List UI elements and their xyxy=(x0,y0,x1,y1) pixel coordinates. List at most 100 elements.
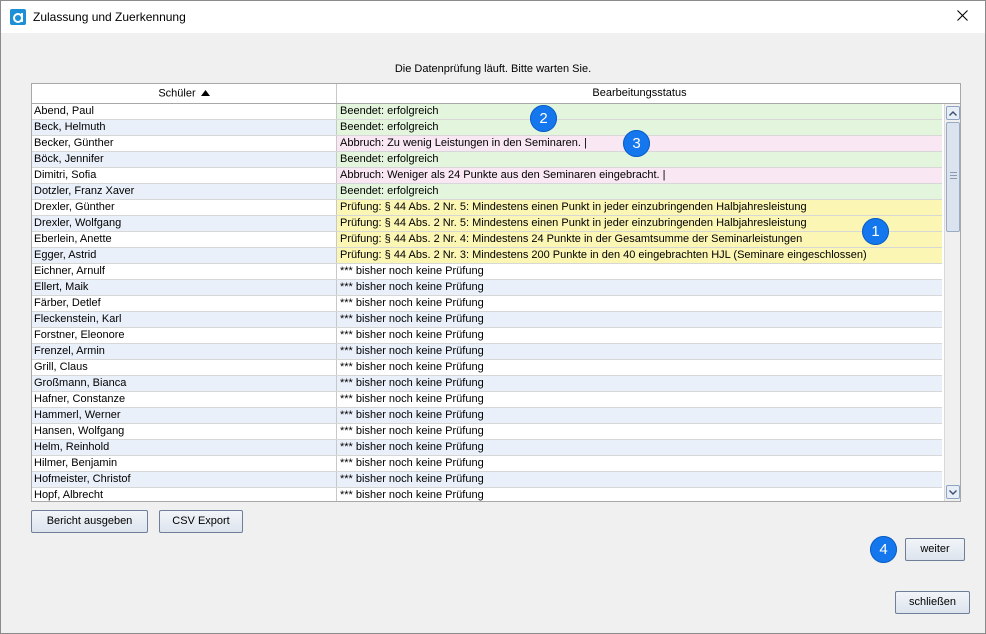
sort-ascending-icon xyxy=(200,84,210,103)
student-name-cell: Böck, Jennifer xyxy=(32,152,337,167)
csv-export-button[interactable]: CSV Export xyxy=(159,510,243,533)
table-row[interactable]: Beck, Helmuth Beendet: erfolgreich xyxy=(32,120,942,136)
student-name-cell: Drexler, Günther xyxy=(32,200,337,215)
status-cell: Abbruch: Weniger als 24 Punkte aus den S… xyxy=(337,168,942,183)
student-name-cell: Fleckenstein, Karl xyxy=(32,312,337,327)
student-name-cell: Dimitri, Sofia xyxy=(32,168,337,183)
student-name-cell: Drexler, Wolfgang xyxy=(32,216,337,231)
student-name-cell: Ellert, Maik xyxy=(32,280,337,295)
grip-line xyxy=(950,175,957,176)
next-button[interactable]: weiter xyxy=(905,538,965,561)
status-cell: Prüfung: § 44 Abs. 2 Nr. 5: Mindestens e… xyxy=(337,200,942,215)
vertical-scrollbar[interactable] xyxy=(944,104,960,501)
student-name-cell: Abend, Paul xyxy=(32,104,337,119)
table-row[interactable]: Hammerl, Werner *** bisher noch keine Prü… xyxy=(32,408,942,424)
table-row[interactable]: Frenzel, Armin *** bisher noch keine Prüf… xyxy=(32,344,942,360)
status-cell: *** bisher noch keine Prüfung xyxy=(337,312,942,327)
table-row[interactable]: Egger, Astrid Prüfung: § 44 Abs. 2 Nr. 3:… xyxy=(32,248,942,264)
table-row[interactable]: Hilmer, Benjamin *** bisher noch keine Pr… xyxy=(32,456,942,472)
table-row[interactable]: Helm, Reinhold *** bisher noch keine Prüf… xyxy=(32,440,942,456)
status-cell: Prüfung: § 44 Abs. 2 Nr. 5: Mindestens e… xyxy=(337,216,942,231)
table-row[interactable]: Hafner, Constanze *** bisher noch keine P… xyxy=(32,392,942,408)
column-header-status[interactable]: Bearbeitungsstatus xyxy=(337,84,942,103)
student-name-cell: Hafner, Constanze xyxy=(32,392,337,407)
student-name-cell: Grill, Claus xyxy=(32,360,337,375)
close-window-button[interactable] xyxy=(939,1,985,32)
dialog-window: Zulassung und Zuerkennung Die Datenprüfu… xyxy=(0,0,986,634)
student-name-cell: Eberlein, Anette xyxy=(32,232,337,247)
title-bar: Zulassung und Zuerkennung xyxy=(1,1,985,33)
table-row[interactable]: Drexler, Wolfgang Prüfung: § 44 Abs. 2 Nr… xyxy=(32,216,942,232)
table-row[interactable]: Ellert, Maik *** bisher noch keine Prüfun… xyxy=(32,280,942,296)
column-header-student[interactable]: Schüler xyxy=(32,84,337,103)
callout-marker-4: 4 xyxy=(870,536,897,563)
status-cell: *** bisher noch keine Prüfung xyxy=(337,456,942,471)
status-cell: *** bisher noch keine Prüfung xyxy=(337,360,942,375)
status-cell: *** bisher noch keine Prüfung xyxy=(337,488,942,501)
close-icon xyxy=(956,9,968,24)
table-row[interactable]: Grill, Claus *** bisher noch keine Prüfun… xyxy=(32,360,942,376)
status-cell: *** bisher noch keine Prüfung xyxy=(337,344,942,359)
table-row[interactable]: Forstner, Eleonore *** bisher noch keine … xyxy=(32,328,942,344)
scroll-up-button[interactable] xyxy=(946,106,960,120)
app-logo-icon xyxy=(10,9,26,25)
table-row[interactable]: Hofmeister, Christof *** bisher noch kein… xyxy=(32,472,942,488)
status-cell: *** bisher noch keine Prüfung xyxy=(337,280,942,295)
status-cell: *** bisher noch keine Prüfung xyxy=(337,392,942,407)
student-name-cell: Eichner, Arnulf xyxy=(32,264,337,279)
table-row[interactable]: Färber, Detlef *** bisher noch keine Prüf… xyxy=(32,296,942,312)
status-cell: Beendet: erfolgreich xyxy=(337,184,942,199)
window-title: Zulassung und Zuerkennung xyxy=(33,10,186,24)
student-name-cell: Dotzler, Franz Xaver xyxy=(32,184,337,199)
report-button[interactable]: Bericht ausgeben xyxy=(31,510,148,533)
status-cell: *** bisher noch keine Prüfung xyxy=(337,440,942,455)
scroll-down-button[interactable] xyxy=(946,485,960,499)
scrollbar-thumb[interactable] xyxy=(946,122,960,232)
status-cell: *** bisher noch keine Prüfung xyxy=(337,328,942,343)
student-name-cell: Beck, Helmuth xyxy=(32,120,337,135)
table-row[interactable]: Fleckenstein, Karl *** bisher noch keine … xyxy=(32,312,942,328)
table-row[interactable]: Großmann, Bianca *** bisher noch keine Pr… xyxy=(32,376,942,392)
student-name-cell: Hammerl, Werner xyxy=(32,408,337,423)
callout-marker-3: 3 xyxy=(623,130,650,157)
table-row[interactable]: Eichner, Arnulf *** bisher noch keine Prü… xyxy=(32,264,942,280)
status-cell: *** bisher noch keine Prüfung xyxy=(337,376,942,391)
status-cell: *** bisher noch keine Prüfung xyxy=(337,296,942,311)
student-name-cell: Hansen, Wolfgang xyxy=(32,424,337,439)
table-row[interactable]: Hansen, Wolfgang *** bisher noch keine Pr… xyxy=(32,424,942,440)
table-row[interactable]: Dotzler, Franz Xaver Beendet: erfolgreich xyxy=(32,184,942,200)
student-status-table: Schüler Bearbeitungsstatus Abend, Paul Be… xyxy=(31,83,961,502)
chevron-up-icon xyxy=(949,107,957,119)
student-name-cell: Helm, Reinhold xyxy=(32,440,337,455)
student-name-cell: Egger, Astrid xyxy=(32,248,337,263)
close-button[interactable]: schließen xyxy=(895,591,970,614)
callout-marker-2: 2 xyxy=(530,105,557,132)
table-body: Abend, Paul Beendet: erfolgreich Beck, Hel… xyxy=(32,104,942,501)
student-name-cell: Becker, Günther xyxy=(32,136,337,151)
status-cell: Beendet: erfolgreich xyxy=(337,104,942,119)
callout-marker-1: 1 xyxy=(862,218,889,245)
table-row[interactable]: Hopf, Albrecht *** bisher noch keine Prüf… xyxy=(32,488,942,501)
table-header: Schüler Bearbeitungsstatus xyxy=(32,84,960,104)
student-name-cell: Großmann, Bianca xyxy=(32,376,337,391)
student-name-cell: Hofmeister, Christof xyxy=(32,472,337,487)
student-name-cell: Frenzel, Armin xyxy=(32,344,337,359)
status-cell: Prüfung: § 44 Abs. 2 Nr. 4: Mindestens 2… xyxy=(337,232,942,247)
grip-line xyxy=(950,172,957,173)
table-row[interactable]: Abend, Paul Beendet: erfolgreich xyxy=(32,104,942,120)
table-row[interactable]: Drexler, Günther Prüfung: § 44 Abs. 2 Nr.… xyxy=(32,200,942,216)
table-row[interactable]: Dimitri, Sofia Abbruch: Weniger als 24 Pu… xyxy=(32,168,942,184)
grip-line xyxy=(950,178,957,179)
status-cell: *** bisher noch keine Prüfung xyxy=(337,264,942,279)
table-row[interactable]: Becker, Günther Abbruch: Zu wenig Leistun… xyxy=(32,136,942,152)
status-cell: *** bisher noch keine Prüfung xyxy=(337,408,942,423)
status-cell: Prüfung: § 44 Abs. 2 Nr. 3: Mindestens 2… xyxy=(337,248,942,263)
status-message: Die Datenprüfung läuft. Bitte warten Sie… xyxy=(394,63,592,75)
student-name-cell: Forstner, Eleonore xyxy=(32,328,337,343)
chevron-down-icon xyxy=(949,486,957,498)
table-row[interactable]: Böck, Jennifer Beendet: erfolgreich xyxy=(32,152,942,168)
student-name-cell: Hopf, Albrecht xyxy=(32,488,337,501)
student-name-cell: Hilmer, Benjamin xyxy=(32,456,337,471)
status-cell: *** bisher noch keine Prüfung xyxy=(337,472,942,487)
table-row[interactable]: Eberlein, Anette Prüfung: § 44 Abs. 2 Nr.… xyxy=(32,232,942,248)
